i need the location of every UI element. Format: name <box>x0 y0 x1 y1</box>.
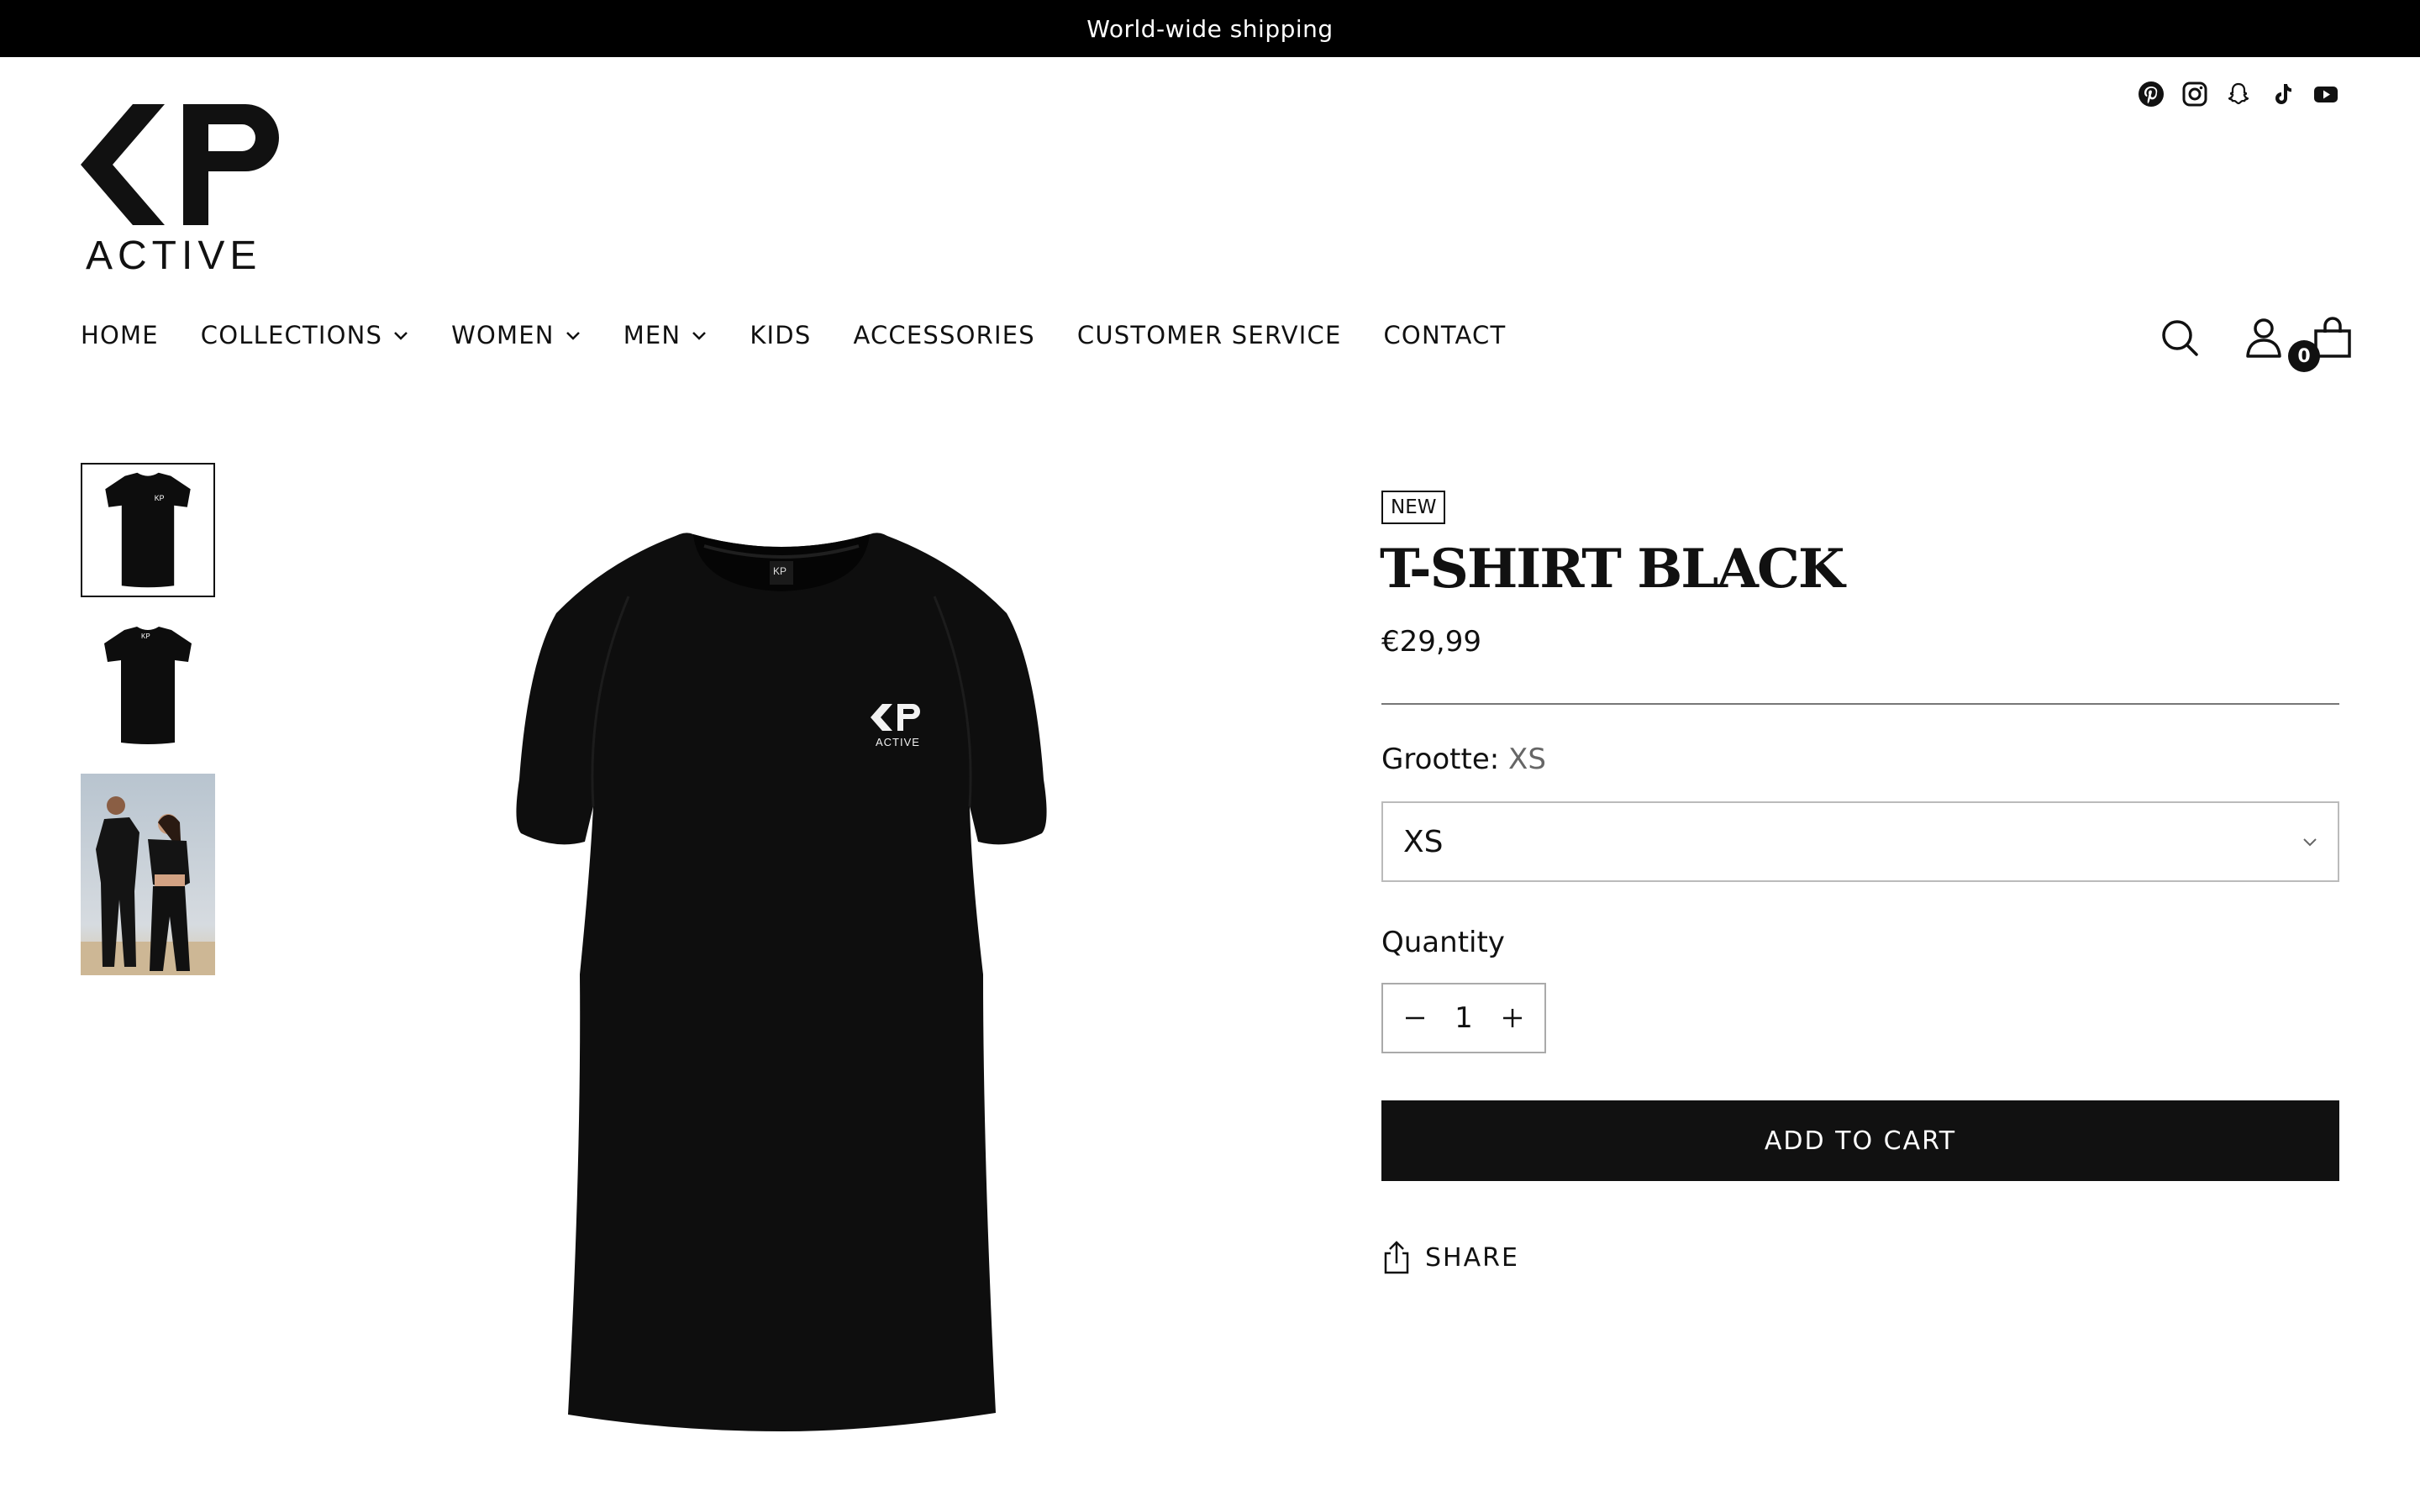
new-badge: NEW <box>1381 491 1446 524</box>
main-nav: HOME COLLECTIONS WOMEN MEN KIDS ACCESSOR… <box>81 321 1506 349</box>
tiktok-icon[interactable] <box>2269 81 2296 108</box>
cart-count-badge: 0 <box>2288 340 2320 372</box>
nav-item-men[interactable]: MEN <box>623 321 708 349</box>
size-option-label: Grootte: XS <box>1381 743 1546 776</box>
brand-logo[interactable]: ACTIVE <box>81 104 291 278</box>
product-price: €29,99 <box>1381 625 1481 659</box>
account-icon[interactable] <box>2242 314 2286 361</box>
product-title: T-SHIRT BLACK <box>1380 538 1844 601</box>
svg-text:KP: KP <box>155 494 165 502</box>
chevron-down-icon <box>392 329 409 341</box>
share-icon <box>1381 1240 1412 1275</box>
nav-item-label: CONTACT <box>1383 321 1507 349</box>
announcement-bar: World-wide shipping <box>0 0 2420 57</box>
gallery-thumbnail-models[interactable] <box>81 774 215 975</box>
nav-item-customer-service[interactable]: CUSTOMER SERVICE <box>1077 321 1342 349</box>
nav-item-women[interactable]: WOMEN <box>451 321 581 349</box>
youtube-icon[interactable] <box>2312 81 2339 108</box>
product-main-image[interactable]: KP ACTIVE <box>403 504 1160 1445</box>
chevron-down-icon <box>2301 835 2319 848</box>
nav-item-label: COLLECTIONS <box>200 321 383 349</box>
svg-text:KP: KP <box>141 633 150 640</box>
size-label-text: Grootte: <box>1381 743 1500 776</box>
chevron-down-icon <box>565 329 581 341</box>
instagram-icon[interactable] <box>2181 81 2208 108</box>
nav-item-collections[interactable]: COLLECTIONS <box>201 321 409 349</box>
plus-icon[interactable] <box>1501 1006 1524 1030</box>
nav-item-contact[interactable]: CONTACT <box>1383 321 1506 349</box>
nav-item-label: WOMEN <box>451 321 555 349</box>
divider <box>1381 703 2339 705</box>
nav-item-accessories[interactable]: ACCESSORIES <box>853 321 1034 349</box>
share-button[interactable]: SHARE <box>1381 1240 1519 1275</box>
gallery-thumbnail-front[interactable]: KP <box>81 463 215 597</box>
nav-item-kids[interactable]: KIDS <box>750 321 811 349</box>
logo-wordmark: ACTIVE <box>86 234 261 272</box>
minus-icon[interactable] <box>1403 1006 1427 1030</box>
size-select[interactable]: XS <box>1381 801 2339 882</box>
gallery-thumbnail-back[interactable]: KP <box>81 618 215 753</box>
snapchat-icon[interactable] <box>2225 81 2252 108</box>
svg-text:KP: KP <box>773 565 786 577</box>
size-select-value: XS <box>1403 824 1444 859</box>
add-to-cart-button[interactable]: ADD TO CART <box>1381 1100 2339 1181</box>
announcement-text: World-wide shipping <box>1086 14 1334 43</box>
size-label-value: XS <box>1508 743 1546 776</box>
nav-item-label: ACCESSORIES <box>853 321 1035 349</box>
nav-item-label: CUSTOMER SERVICE <box>1076 321 1342 349</box>
quantity-label: Quantity <box>1381 926 1505 959</box>
header-actions <box>2158 314 2360 365</box>
share-label: SHARE <box>1425 1242 1519 1273</box>
quantity-input[interactable]: 1 <box>1455 1001 1473 1035</box>
social-links <box>2138 81 2339 108</box>
pinterest-icon[interactable] <box>2138 81 2165 108</box>
nav-item-label: MEN <box>623 321 681 349</box>
nav-item-label: KIDS <box>750 321 812 349</box>
search-icon[interactable] <box>2158 314 2202 361</box>
nav-item-label: HOME <box>81 321 159 349</box>
quantity-stepper: 1 <box>1381 983 1546 1053</box>
svg-text:ACTIVE: ACTIVE <box>876 736 920 748</box>
chevron-down-icon <box>691 329 708 341</box>
add-to-cart-label: ADD TO CART <box>1764 1126 1957 1156</box>
nav-item-home[interactable]: HOME <box>81 321 159 349</box>
